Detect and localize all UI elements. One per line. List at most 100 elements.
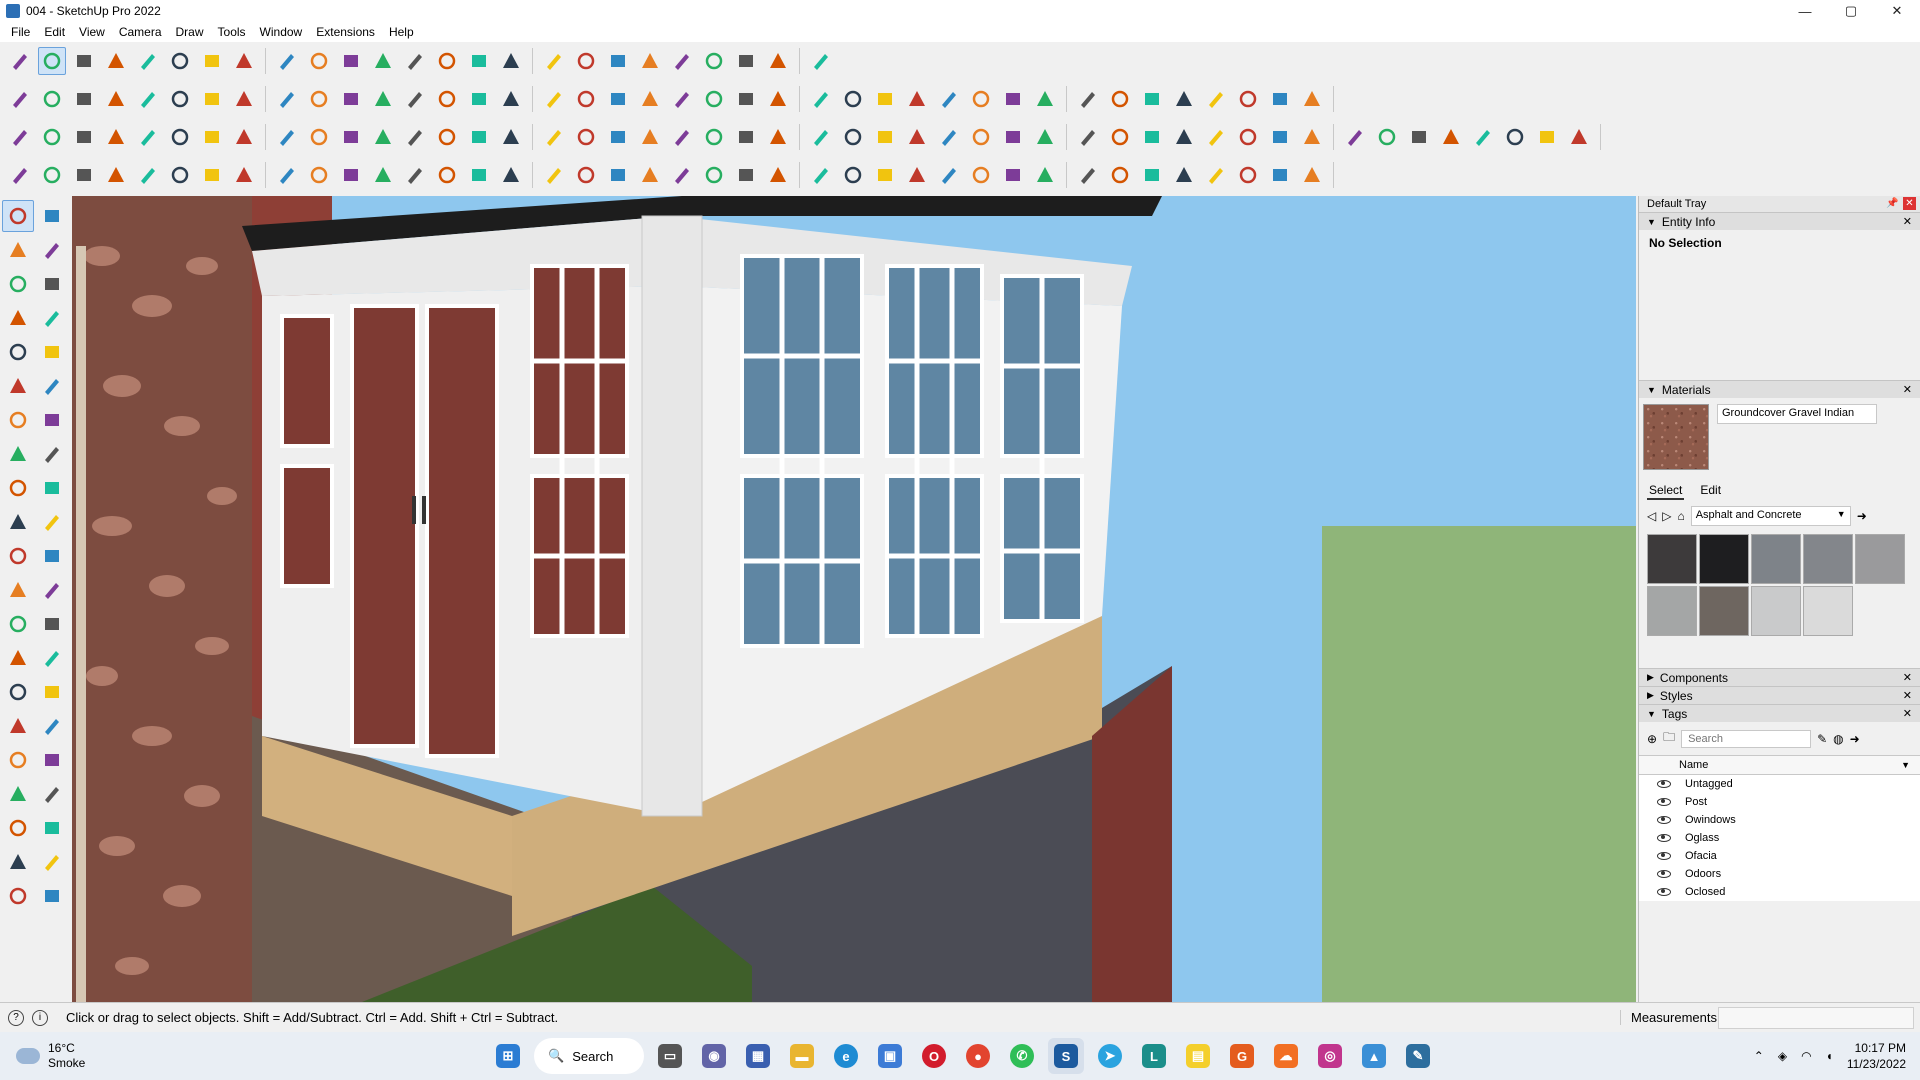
section-plane-icon-button[interactable]	[36, 812, 68, 844]
tb3-tool-1-icon-button[interactable]	[6, 123, 34, 151]
tb3-tool-18-icon-button[interactable]	[572, 123, 600, 151]
tb4-tool-16-icon-button[interactable]	[497, 161, 525, 189]
tb3-tool-7-icon-button[interactable]	[198, 123, 226, 151]
menu-draw[interactable]: Draw	[169, 25, 211, 39]
tb3-tool-26-icon-button[interactable]	[839, 123, 867, 151]
tb4-tool-25-icon-button[interactable]	[807, 161, 835, 189]
add-tag-icon[interactable]: ⊕	[1647, 732, 1657, 746]
back-view-icon-button[interactable]	[732, 47, 760, 75]
paint-bucket-icon-button[interactable]	[433, 47, 461, 75]
task-view-button[interactable]: ▭	[652, 1038, 688, 1074]
tb4-tool-19-icon-button[interactable]	[604, 161, 632, 189]
two-point-arc-icon-button[interactable]	[2, 438, 34, 470]
tb4-tool-15-icon-button[interactable]	[465, 161, 493, 189]
tb3-tool-37-icon-button[interactable]	[1202, 123, 1230, 151]
pencil-icon-button[interactable]	[102, 47, 130, 75]
pie-icon-button[interactable]	[36, 404, 68, 436]
tb4-tool-33-icon-button[interactable]	[1074, 161, 1102, 189]
menu-file[interactable]: File	[4, 25, 37, 39]
tb3-tool-19-icon-button[interactable]	[604, 123, 632, 151]
menu-extensions[interactable]: Extensions	[309, 25, 382, 39]
menu-tools[interactable]: Tools	[211, 25, 253, 39]
tb4-tool-23-icon-button[interactable]	[732, 161, 760, 189]
tb2-tool-23-icon-button[interactable]	[732, 85, 760, 113]
polygon-icon-button[interactable]	[36, 370, 68, 402]
material-swatch[interactable]	[1751, 534, 1801, 584]
menu-view[interactable]: View	[72, 25, 112, 39]
tb3-tool-38-icon-button[interactable]	[1234, 123, 1262, 151]
instagram-app[interactable]: ◎	[1312, 1038, 1348, 1074]
current-material-swatch[interactable]	[1643, 404, 1709, 470]
text-icon-button[interactable]	[36, 608, 68, 640]
zoom-icon-button[interactable]	[2, 710, 34, 742]
tb3-tool-17-icon-button[interactable]	[540, 123, 568, 151]
store-app[interactable]: ▣	[872, 1038, 908, 1074]
tab-select[interactable]: Select	[1647, 482, 1685, 500]
brave-app[interactable]: G	[1224, 1038, 1260, 1074]
component-icon-button[interactable]	[2, 268, 34, 300]
tb4-tool-26-icon-button[interactable]	[839, 161, 867, 189]
tb2-tool-21-icon-button[interactable]	[668, 85, 696, 113]
tb3-tool-43-icon-button[interactable]	[1405, 123, 1433, 151]
zoom-extents-icon-button[interactable]	[572, 47, 600, 75]
tb3-tool-23-icon-button[interactable]	[732, 123, 760, 151]
drawing-viewport[interactable]	[72, 196, 1636, 1002]
layers-icon-button[interactable]	[36, 880, 68, 912]
zoom-extents-icon-button[interactable]	[2, 744, 34, 776]
look-around-icon-button[interactable]	[36, 778, 68, 810]
tb3-tool-32-icon-button[interactable]	[1031, 123, 1059, 151]
tb2-tool-14-icon-button[interactable]	[433, 85, 461, 113]
offset-icon-button[interactable]	[36, 540, 68, 572]
tb2-tool-37-icon-button[interactable]	[1202, 85, 1230, 113]
tb4-tool-14-icon-button[interactable]	[433, 161, 461, 189]
info-icon[interactable]: i	[32, 1009, 48, 1026]
tb2-tool-5-icon-button[interactable]	[134, 85, 162, 113]
visibility-eye-icon[interactable]	[1657, 816, 1671, 824]
tb3-tool-36-icon-button[interactable]	[1170, 123, 1198, 151]
tb4-tool-4-icon-button[interactable]	[102, 161, 130, 189]
tb2-tool-38-icon-button[interactable]	[1234, 85, 1262, 113]
edge-app[interactable]: e	[828, 1038, 864, 1074]
3d-text-icon-button[interactable]	[36, 642, 68, 674]
close-tray-icon[interactable]: ✕	[1903, 197, 1916, 210]
select-icon-button[interactable]	[2, 200, 34, 232]
tb2-tool-30-icon-button[interactable]	[967, 85, 995, 113]
zoom-window-icon-button[interactable]	[540, 47, 568, 75]
arc-icon-button[interactable]	[2, 404, 34, 436]
entity-info-header[interactable]: ▼ Entity Info ✕	[1639, 212, 1920, 230]
tb3-tool-11-icon-button[interactable]	[337, 123, 365, 151]
close-panel-icon[interactable]: ✕	[1903, 215, 1912, 228]
pan-icon-button[interactable]	[36, 676, 68, 708]
tb2-tool-32-icon-button[interactable]	[1031, 85, 1059, 113]
tb3-tool-25-icon-button[interactable]	[807, 123, 835, 151]
tb4-tool-13-icon-button[interactable]	[401, 161, 429, 189]
right-view-icon-button[interactable]	[700, 47, 728, 75]
previous-view-icon-button[interactable]	[36, 744, 68, 776]
sticky-notes-app[interactable]: ▤	[1180, 1038, 1216, 1074]
close-panel-icon[interactable]: ✕	[1903, 707, 1912, 720]
tb4-tool-21-icon-button[interactable]	[668, 161, 696, 189]
details-arrow-icon[interactable]: ➜	[1850, 732, 1860, 746]
tape-measure-icon-button[interactable]	[2, 574, 34, 606]
geo-location-icon[interactable]: ?	[8, 1009, 24, 1026]
visibility-eye-icon[interactable]	[1657, 798, 1671, 806]
tb2-tool-40-icon-button[interactable]	[1298, 85, 1326, 113]
material-swatch[interactable]	[1647, 534, 1697, 584]
rotated-rect-icon-button[interactable]	[36, 336, 68, 368]
calculator-app[interactable]: ▦	[740, 1038, 776, 1074]
tb3-tool-31-icon-button[interactable]	[999, 123, 1027, 151]
line-icon-button[interactable]	[2, 302, 34, 334]
chrome-app[interactable]: ●	[960, 1038, 996, 1074]
tb3-tool-2-icon-button[interactable]	[38, 123, 66, 151]
tb4-tool-39-icon-button[interactable]	[1266, 161, 1294, 189]
tb3-tool-42-icon-button[interactable]	[1373, 123, 1401, 151]
layout-app[interactable]: L	[1136, 1038, 1172, 1074]
tb3-tool-46-icon-button[interactable]	[1501, 123, 1529, 151]
tb3-tool-48-icon-button[interactable]	[1565, 123, 1593, 151]
three-point-arc-icon-button[interactable]	[36, 438, 68, 470]
visibility-eye-icon[interactable]	[1657, 852, 1671, 860]
tags-header[interactable]: ▼ Tags ✕	[1639, 704, 1920, 722]
tb4-tool-8-icon-button[interactable]	[230, 161, 258, 189]
tb3-tool-40-icon-button[interactable]	[1298, 123, 1326, 151]
tag-row[interactable]: Oclosed	[1639, 883, 1920, 901]
